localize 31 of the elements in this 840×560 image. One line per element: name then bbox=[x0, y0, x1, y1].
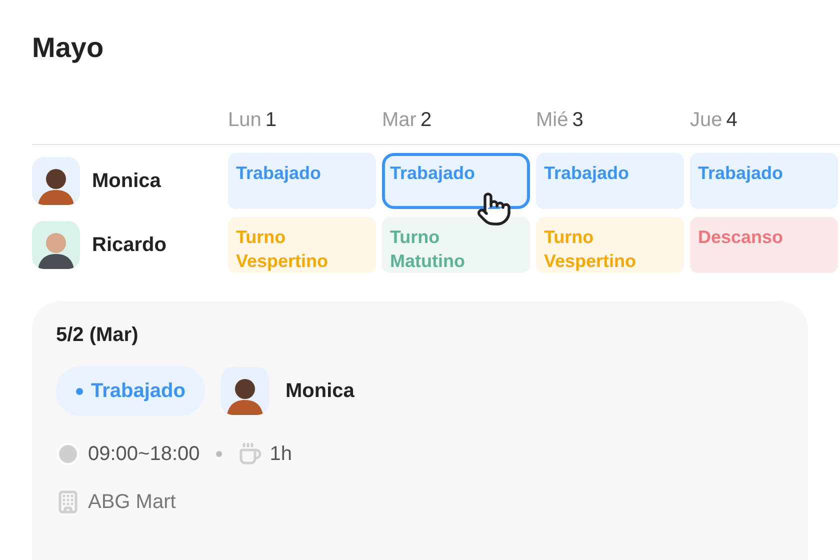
weekday-label: Mié bbox=[536, 108, 568, 132]
status-label: Trabajado bbox=[91, 379, 186, 404]
shift-cell[interactable]: Descanso bbox=[690, 217, 838, 273]
employee-name: Monica bbox=[92, 169, 161, 194]
month-title: Mayo bbox=[32, 31, 105, 65]
weekday-label: Lun bbox=[228, 108, 262, 132]
shift-cell[interactable]: Trabajado bbox=[382, 153, 530, 209]
hand-cursor-icon bbox=[476, 191, 512, 227]
avatar bbox=[221, 367, 270, 415]
day-number: 3 bbox=[572, 108, 584, 132]
coffee-cup-icon bbox=[238, 442, 262, 466]
day-number: 4 bbox=[726, 108, 738, 132]
shift-cell[interactable]: Trabajado bbox=[228, 153, 376, 209]
shift-cell[interactable]: Turno Matutino bbox=[382, 217, 530, 273]
weekday-label: Jue bbox=[690, 108, 722, 132]
shift-cell[interactable]: Turno Vespertino bbox=[228, 217, 376, 273]
location-name: ABG Mart bbox=[88, 490, 176, 515]
shift-cell[interactable]: Trabajado bbox=[536, 153, 684, 209]
employee-name: Ricardo bbox=[92, 233, 166, 258]
building-icon bbox=[56, 490, 80, 514]
avatar bbox=[32, 157, 80, 205]
shift-cell[interactable]: Trabajado bbox=[690, 153, 838, 209]
shift-hours: 09:00~18:00 bbox=[88, 442, 200, 467]
weekday-label: Mar bbox=[382, 108, 416, 132]
day-number: 1 bbox=[265, 108, 276, 132]
detail-date: 5/2 (Mar) bbox=[56, 323, 138, 348]
shift-cell[interactable]: Turno Vespertino bbox=[536, 217, 684, 273]
day-number: 2 bbox=[420, 108, 432, 132]
break-duration: 1h bbox=[270, 442, 292, 467]
person-name: Monica bbox=[285, 379, 354, 404]
avatar bbox=[32, 221, 80, 269]
